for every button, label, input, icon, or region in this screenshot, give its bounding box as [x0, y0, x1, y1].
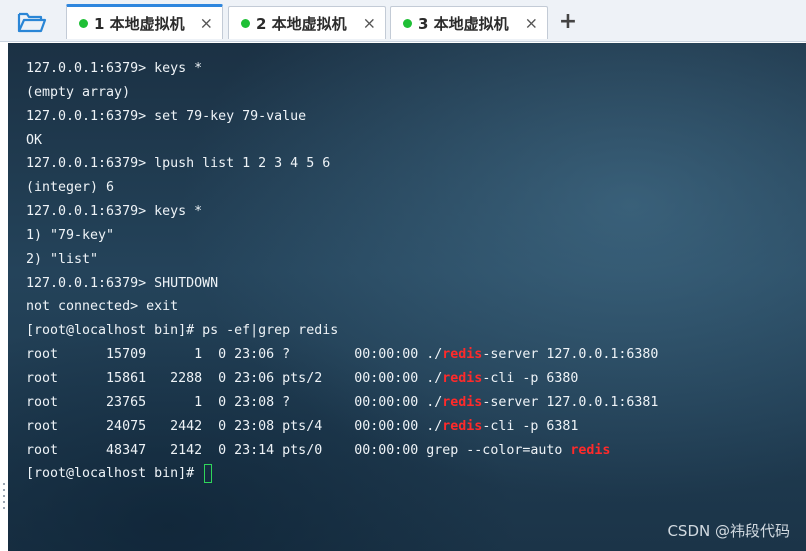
- ps-output-row: root 15861 2288 0 23:06 pts/2 00:00:00 .…: [26, 370, 579, 386]
- folder-open-icon: [17, 12, 47, 33]
- terminal-line: 127.0.0.1:6379> SHUTDOWN: [26, 275, 219, 291]
- terminal-pane[interactable]: 127.0.0.1:6379> keys * (empty array) 127…: [8, 43, 806, 551]
- grep-match: redis: [570, 442, 611, 458]
- tab-session-1[interactable]: 1 本地虚拟机 ×: [66, 4, 223, 39]
- terminal-line: 127.0.0.1:6379> set 79-key 79-value: [26, 108, 307, 124]
- terminal-line: 2) "list": [26, 251, 99, 267]
- tab-session-2[interactable]: 2 本地虚拟机 ×: [228, 6, 386, 39]
- tab-number: 2: [256, 14, 267, 33]
- terminal-output: 127.0.0.1:6379> keys * (empty array) 127…: [26, 57, 658, 486]
- terminal-line: 127.0.0.1:6379> keys *: [26, 204, 203, 220]
- tab-number: 1: [94, 14, 105, 33]
- connected-status-dot: [403, 18, 412, 28]
- close-icon[interactable]: ×: [525, 14, 538, 33]
- terminal-line: 127.0.0.1:6379> lpush list 1 2 3 4 5 6: [26, 156, 331, 172]
- plus-icon[interactable]: +: [556, 9, 580, 34]
- grep-match: redis: [442, 370, 483, 386]
- ps-output-row: root 15709 1 0 23:06 ? 00:00:00 ./redis-…: [26, 347, 659, 363]
- shell-prompt-line: [root@localhost bin]#: [26, 462, 658, 486]
- terminal-line: 127.0.0.1:6379> keys *: [26, 61, 203, 76]
- grep-match: redis: [442, 418, 483, 434]
- tab-title: 本地虚拟机: [109, 14, 185, 33]
- watermark: CSDN @祎段代码: [667, 522, 790, 540]
- close-icon[interactable]: ×: [200, 14, 213, 33]
- tab-title: 本地虚拟机: [271, 14, 347, 33]
- connected-status-dot: [79, 18, 88, 28]
- shell-prompt: [root@localhost bin]#: [26, 466, 203, 482]
- grep-match: redis: [442, 394, 483, 410]
- ps-output-row: root 48347 2142 0 23:14 pts/0 00:00:00 g…: [26, 442, 611, 458]
- tab-session-3[interactable]: 3 本地虚拟机 ×: [390, 6, 548, 39]
- grep-match: redis: [442, 347, 483, 363]
- terminal-line: not connected> exit: [26, 299, 179, 315]
- terminal-cursor: [204, 463, 213, 483]
- tab-title: 本地虚拟机: [433, 14, 509, 33]
- terminal-line: (integer) 6: [26, 180, 115, 196]
- open-session-button[interactable]: [12, 8, 52, 36]
- ps-output-row: root 24075 2442 0 23:08 pts/4 00:00:00 .…: [26, 418, 579, 434]
- terminal-line: (empty array): [26, 84, 131, 100]
- terminal-line: OK: [26, 132, 43, 148]
- connected-status-dot: [241, 18, 250, 28]
- ps-output-row: root 23765 1 0 23:08 ? 00:00:00 ./redis-…: [26, 394, 659, 410]
- tab-number: 3: [418, 14, 429, 33]
- session-tab-bar: 1 本地虚拟机 × 2 本地虚拟机 × 3 本地虚拟机 × +: [0, 0, 806, 42]
- left-gutter: [0, 43, 8, 551]
- terminal-line: 1) "79-key": [26, 227, 115, 243]
- terminal-line: [root@localhost bin]# ps -ef|grep redis: [26, 323, 339, 339]
- close-icon[interactable]: ×: [363, 14, 376, 33]
